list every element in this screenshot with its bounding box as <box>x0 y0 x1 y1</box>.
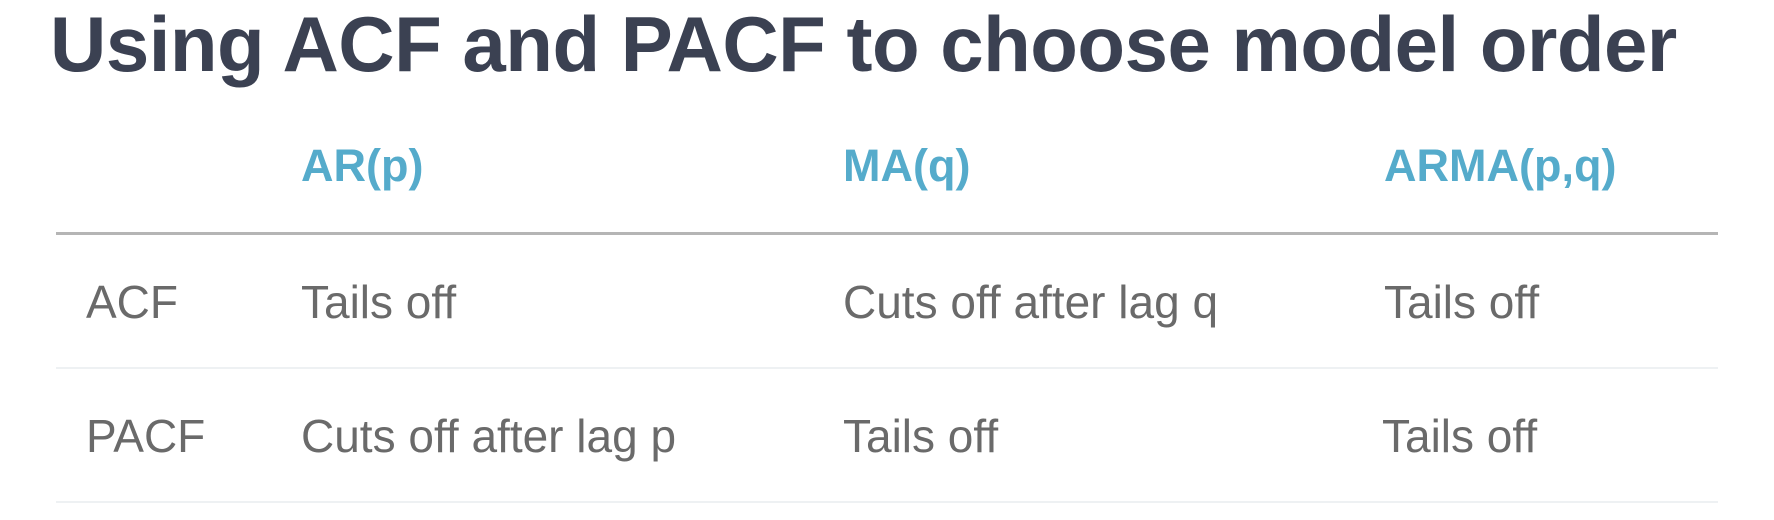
cell-pacf-ma: Tails off <box>843 410 999 462</box>
cell-acf-arma: Tails off <box>1384 276 1540 328</box>
cell-pacf-ar: Cuts off after lag p <box>301 410 677 462</box>
header-cell-ma: MA(q) <box>843 140 971 191</box>
row-label-acf: ACF <box>86 276 178 328</box>
cell-acf-ar: Tails off <box>301 276 457 328</box>
table-header-row: AR(p) MA(q) ARMA(p,q) <box>56 128 1718 235</box>
header-cell-ar: AR(p) <box>301 140 424 191</box>
row-label-pacf: PACF <box>86 410 206 462</box>
table-row: PACF Cuts off after lag p Tails off Tail… <box>56 369 1718 503</box>
acf-pacf-table: AR(p) MA(q) ARMA(p,q) ACF Tails off Cuts… <box>56 128 1718 503</box>
cell-pacf-arma: Tails off <box>1382 410 1538 462</box>
table-row: ACF Tails off Cuts off after lag q Tails… <box>56 235 1718 369</box>
cell-acf-ma: Cuts off after lag q <box>843 276 1219 328</box>
page-title: Using ACF and PACF to choose model order <box>50 0 1677 88</box>
header-cell-arma: ARMA(p,q) <box>1384 140 1617 191</box>
